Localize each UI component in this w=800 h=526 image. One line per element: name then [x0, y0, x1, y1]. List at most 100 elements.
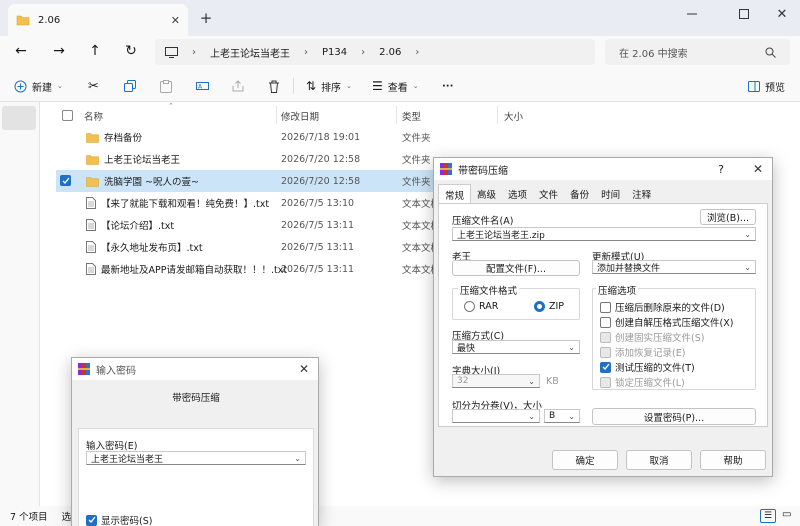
dialog-title: 输入密码 [96, 365, 136, 377]
sidebar-item-selected[interactable] [2, 106, 36, 130]
new-tab-button[interactable]: + [196, 8, 216, 28]
tab-backup[interactable]: 备份 [564, 184, 595, 204]
view-label: 查看 [387, 82, 408, 94]
address-bar[interactable]: › 上老王论坛当老王 › P134 › 2.06 › [155, 39, 595, 65]
folder-icon [86, 176, 99, 187]
forward-button[interactable]: → [44, 36, 74, 66]
archive-settings-dialog: 带密码压缩 ? ✕ 常规 高级 选项 文件 备份 时间 注释 压缩文件名(A) … [433, 157, 773, 477]
option-checkbox[interactable]: 创建自解压格式压缩文件(X) [600, 315, 733, 329]
share-button[interactable] [226, 74, 250, 98]
scissors-icon: ✂ [88, 78, 99, 94]
preview-button[interactable]: 预览 [742, 74, 791, 98]
option-checkbox[interactable]: 创建固实压缩文件(S) [600, 330, 704, 344]
column-header-type[interactable]: 类型 [402, 106, 497, 126]
cut-button[interactable]: ✂ [82, 74, 105, 98]
tab-advanced[interactable]: 高级 [471, 184, 502, 204]
format-zip-radio[interactable]: ZIP [534, 301, 564, 312]
dialog-titlebar[interactable]: 带密码压缩 ? ✕ [434, 158, 772, 180]
dialog-titlebar[interactable]: 输入密码 ✕ [72, 358, 318, 380]
password-input[interactable]: 上老王论坛当老王 ⌄ [86, 451, 306, 465]
file-name: 存档备份 [104, 133, 143, 144]
tab-files[interactable]: 文件 [533, 184, 564, 204]
paste-button[interactable] [154, 74, 178, 98]
close-window-button[interactable]: ✕ [760, 0, 800, 28]
breadcrumb-separator-icon: › [304, 46, 308, 58]
row-checkbox-checked[interactable] [60, 175, 71, 186]
tab-comment[interactable]: 注释 [626, 184, 657, 204]
help-icon[interactable]: ? [718, 163, 724, 176]
ok-button[interactable]: 确定 [552, 450, 618, 470]
refresh-button[interactable]: ↻ [116, 36, 146, 66]
close-icon[interactable]: ✕ [750, 162, 766, 176]
file-date: 2026/7/18 19:01 [281, 131, 361, 143]
navigation-bar: ← → ↑ ↻ › 上老王论坛当老王 › P134 › 2.06 › 在 2.0… [0, 36, 800, 66]
compression-method-select[interactable]: 最快 ⌄ [452, 340, 580, 354]
option-checkbox[interactable]: 测试压缩的文件(T) [600, 360, 695, 374]
navigation-pane[interactable] [0, 102, 40, 506]
password-value: 上老王论坛当老王 [91, 454, 164, 465]
profiles-button[interactable]: 配置文件(F)... [452, 260, 580, 276]
checkbox [600, 376, 611, 388]
select-all-checkbox[interactable] [62, 110, 73, 121]
file-name: 最新地址及APP请发邮箱自动获取！！！.txt [101, 265, 288, 276]
breadcrumb-item[interactable]: 上老王论坛当老王 [210, 45, 290, 60]
breadcrumb-item[interactable]: P134 [322, 47, 347, 58]
close-tab-icon[interactable]: ✕ [171, 14, 180, 27]
new-label: 新建 [32, 82, 52, 94]
tiles-view-icon[interactable]: ▭ [782, 509, 791, 520]
option-checkbox[interactable]: 添加恢复记录(E) [600, 345, 685, 359]
rename-button[interactable]: A [190, 74, 215, 98]
help-button[interactable]: 帮助 [700, 450, 766, 470]
browse-button[interactable]: 浏览(B)... [700, 209, 756, 225]
file-row[interactable]: 存档备份 2026/7/18 19:01 文件夹 [56, 126, 756, 148]
close-icon[interactable]: ✕ [296, 362, 312, 376]
split-size-input[interactable]: ⌄ [452, 409, 540, 423]
sort-indicator-icon: ⌃ [168, 102, 174, 110]
column-header-date[interactable]: 修改日期 [281, 106, 396, 126]
preview-pane-icon [748, 80, 760, 92]
share-icon [232, 80, 244, 92]
column-divider [276, 106, 277, 124]
checkbox [600, 301, 611, 313]
option-checkbox[interactable]: 锁定压缩文件(L) [600, 375, 685, 389]
search-box[interactable]: 在 2.06 中搜索 [605, 39, 790, 65]
option-checkbox[interactable]: 压缩后删除原来的文件(D) [600, 300, 725, 314]
copy-button[interactable] [118, 74, 142, 98]
tab-current-folder[interactable]: 2.06 ✕ [8, 4, 188, 36]
cancel-button[interactable]: 取消 [626, 450, 692, 470]
tab-general[interactable]: 常规 [438, 184, 472, 204]
file-type: 文件夹 [402, 155, 431, 166]
view-button[interactable]: ☰ 查看 ⌄ [366, 74, 425, 98]
checkbox-checked [600, 361, 611, 373]
set-password-button[interactable]: 设置密码(P)... [592, 408, 756, 425]
show-password-checkbox[interactable]: 显示密码(S) [86, 513, 152, 526]
chevron-down-icon: ⌄ [346, 82, 352, 90]
breadcrumb-separator-icon: › [192, 46, 196, 58]
breadcrumb-separator-icon: › [415, 46, 420, 58]
trash-icon [268, 80, 280, 93]
minimize-button[interactable] [670, 0, 714, 28]
split-unit-select[interactable]: B ⌄ [544, 409, 580, 423]
dictionary-size-select[interactable]: 32 ⌄ [452, 374, 540, 388]
sort-button[interactable]: ⇅ 排序 ⌄ [300, 74, 358, 98]
new-button[interactable]: 新建 ⌄ [8, 74, 69, 98]
column-header-size[interactable]: 大小 [504, 106, 564, 126]
breadcrumb-item[interactable]: 2.06 [379, 47, 401, 58]
more-options-button[interactable]: ··· [436, 74, 459, 98]
details-view-icon[interactable]: ☰ [760, 509, 776, 523]
file-name: 洗脑学園 ~呪人の壹~ [104, 177, 199, 188]
column-header-name[interactable]: 名称 [84, 106, 274, 126]
update-mode-select[interactable]: 添加并替换文件 ⌄ [592, 260, 756, 274]
preview-label: 预览 [765, 82, 785, 94]
delete-button[interactable] [262, 74, 286, 98]
radio-button [464, 301, 475, 312]
format-rar-radio[interactable]: RAR [464, 301, 498, 312]
up-button[interactable]: ↑ [80, 36, 110, 66]
dictionary-unit: KB [546, 376, 559, 387]
archive-name-input[interactable]: 上老王论坛当老王.zip ⌄ [452, 227, 756, 241]
tab-time[interactable]: 时间 [595, 184, 626, 204]
file-name-cell: 最新地址及APP请发邮箱自动获取！！！.txt [86, 262, 287, 276]
back-button[interactable]: ← [6, 36, 36, 66]
search-placeholder: 在 2.06 中搜索 [619, 48, 688, 60]
tab-options[interactable]: 选项 [502, 184, 533, 204]
